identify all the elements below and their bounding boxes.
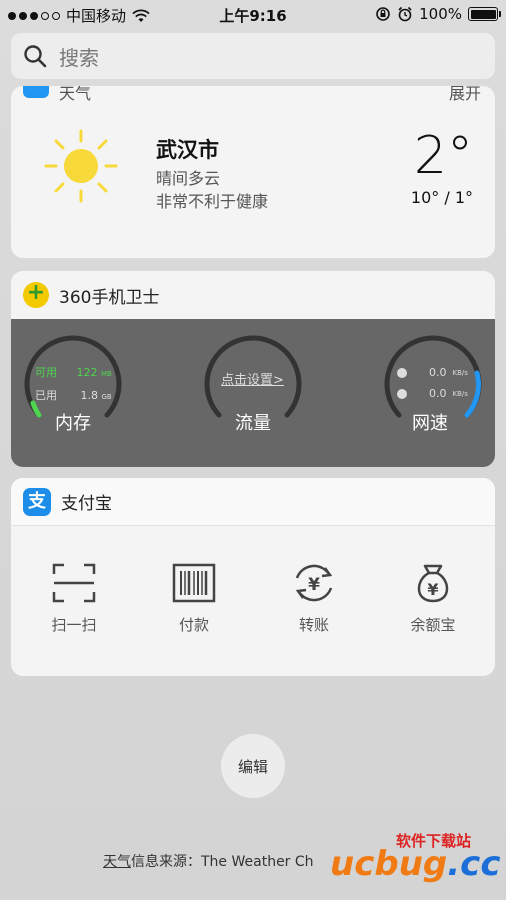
money-bag-icon: ¥: [417, 564, 449, 603]
search-placeholder: 搜索: [59, 45, 99, 70]
weather-city: 武汉市: [156, 138, 219, 162]
weather-advice: 非常不利于健康: [156, 192, 269, 211]
antivirus-dashboard: 可用 122 MB 已用 1.8 GB 内存 点击设置> 流量 0.0 KB/s…: [11, 319, 495, 467]
watermark-logo: 软件下载站 ucbug.cc: [330, 830, 500, 890]
download-icon: [397, 367, 407, 378]
memory-available-label: 可用: [35, 366, 57, 379]
search-icon: [24, 45, 47, 68]
temperature-range: 10° / 1°: [410, 188, 473, 207]
shield-plus-icon: [23, 280, 49, 308]
weather-source: 天气信息来源：The Weather Ch: [103, 851, 314, 871]
memory-label: 内存: [55, 413, 91, 434]
antivirus-header: 360手机卫士: [11, 271, 495, 319]
download-speed: 0.0: [429, 366, 447, 379]
traffic-settings-link[interactable]: 点击设置>: [221, 369, 284, 388]
yuebao-label: 余额宝: [410, 616, 456, 634]
memory-available-row: 可用 122 MB: [35, 364, 112, 380]
alipay-transfer-button[interactable]: ¥ 转账: [279, 562, 349, 635]
alipay-scan-button[interactable]: 扫一扫: [39, 562, 109, 635]
download-unit: KB/s: [452, 368, 468, 377]
alipay-pay-button[interactable]: 付款: [159, 562, 229, 635]
search-bar[interactable]: 搜索: [11, 33, 495, 79]
svg-text:¥: ¥: [308, 575, 320, 595]
antivirus-widget[interactable]: 360手机卫士 可用 122 MB 已用 1.8 GB 内存 点击设置> 流量: [11, 271, 495, 467]
scan-icon: [52, 563, 96, 603]
weather-header-title: 天气: [59, 86, 92, 103]
barcode-icon: [172, 563, 216, 603]
weather-condition: 晴间多云: [156, 169, 221, 188]
weather-expand-button[interactable]: 展开: [449, 86, 481, 104]
upload-speed-row: 0.0 KB/s: [397, 387, 468, 400]
weather-widget[interactable]: 天气 展开 武汉市 晴间多云 非常不利于健康 2° 10° / 1°: [11, 86, 495, 258]
battery-percent: 100%: [419, 5, 462, 23]
upload-unit: KB/s: [452, 389, 468, 398]
alipay-app-icon: 支: [23, 487, 51, 516]
upload-speed: 0.0: [429, 387, 447, 400]
watermark-brand: ucbug.cc: [330, 844, 501, 884]
traffic-label: 流量: [235, 413, 271, 434]
current-temperature: 2°: [413, 126, 473, 186]
battery-icon: [468, 7, 501, 21]
weather-app-icon: [23, 86, 49, 98]
memory-used-unit: GB: [101, 393, 112, 401]
memory-used-label: 已用: [35, 389, 57, 402]
rotation-lock-icon: [376, 7, 390, 21]
scan-label: 扫一扫: [51, 616, 97, 634]
transfer-icon: ¥: [295, 564, 333, 602]
upload-icon: [397, 388, 407, 399]
alipay-yuebao-button[interactable]: ¥ 余额宝: [398, 562, 468, 635]
status-bar: 中国移动 上午9:16 100%: [0, 0, 506, 30]
memory-used-row: 已用 1.8 GB: [35, 387, 112, 403]
sun-icon: [44, 129, 118, 203]
alipay-widget[interactable]: 支 支付宝 扫一扫 付款 ¥ 转账 ¥ 余额宝: [11, 478, 495, 676]
status-right: 100%: [375, 5, 501, 23]
alipay-title: 支付宝: [61, 494, 112, 514]
edit-button[interactable]: 编辑: [221, 734, 285, 798]
download-speed-row: 0.0 KB/s: [397, 366, 468, 379]
alipay-header: 支 支付宝: [11, 478, 495, 526]
transfer-label: 转账: [298, 616, 329, 634]
memory-available-unit: MB: [101, 370, 112, 378]
memory-used-value: 1.8: [80, 389, 99, 402]
svg-text:¥: ¥: [427, 580, 438, 599]
pay-label: 付款: [178, 616, 209, 634]
memory-available-value: 122: [76, 366, 98, 379]
speed-label: 网速: [412, 413, 448, 434]
weather-source-link[interactable]: 天气: [103, 854, 131, 870]
antivirus-title: 360手机卫士: [59, 287, 160, 308]
alarm-icon: [398, 6, 412, 22]
weather-source-text: 信息来源：The Weather Ch: [131, 854, 314, 870]
